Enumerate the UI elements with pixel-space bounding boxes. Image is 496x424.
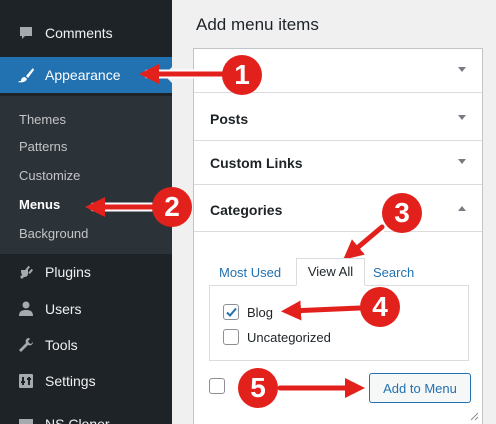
sidebar-item-users[interactable]: Users xyxy=(0,291,172,327)
category-label-blog: Blog xyxy=(247,305,274,320)
sidebar-item-ns-cloner[interactable]: NS Cloner xyxy=(0,406,172,424)
section-title: Posts xyxy=(210,111,249,127)
page-title: Add menu items xyxy=(196,15,319,34)
section-header-custom-links[interactable]: Custom Links xyxy=(194,141,482,185)
submenu-item-patterns[interactable]: Patterns xyxy=(19,139,67,154)
paintbrush-icon xyxy=(18,68,34,83)
resize-grip-icon[interactable] xyxy=(470,412,479,421)
section-title: Categories xyxy=(210,202,283,218)
sidebar-item-settings[interactable]: Settings xyxy=(0,363,172,399)
chevron-down-icon xyxy=(458,67,466,72)
sidebar-item-appearance[interactable]: Appearance xyxy=(0,57,172,93)
chevron-down-icon xyxy=(458,159,466,164)
checkmark-icon xyxy=(226,307,237,317)
submenu-item-background[interactable]: Background xyxy=(19,226,88,241)
categories-list: Blog Uncategorized xyxy=(209,285,469,361)
sidebar-item-label: Tools xyxy=(45,337,78,353)
sidebar-item-tools[interactable]: Tools xyxy=(0,327,172,363)
comments-icon xyxy=(20,27,32,39)
section-header-categories[interactable]: Categories xyxy=(194,188,482,232)
annotation-badge-1: 1 xyxy=(222,55,262,95)
users-icon xyxy=(19,301,33,316)
submenu-item-themes[interactable]: Themes xyxy=(19,112,66,127)
add-menu-items-panel: Posts Custom Links Categories Most Used … xyxy=(193,48,483,424)
section-header-posts[interactable]: Posts xyxy=(194,97,482,141)
category-checkbox-blog[interactable] xyxy=(223,304,239,320)
sidebar-item-label: Users xyxy=(45,301,82,317)
wrench-icon xyxy=(19,338,33,352)
admin-sidebar: Comments Appearance Themes Patterns Cust… xyxy=(0,0,172,424)
sidebar-item-comments[interactable]: Comments xyxy=(0,15,172,51)
active-indicator xyxy=(164,67,172,83)
tab-view-all[interactable]: View All xyxy=(296,258,365,286)
submenu-item-customize[interactable]: Customize xyxy=(19,168,80,183)
annotation-badge-2: 2 xyxy=(152,187,192,227)
annotation-badge-4: 4 xyxy=(360,287,400,327)
annotation-badge-5: 5 xyxy=(238,368,278,408)
chevron-down-icon xyxy=(458,115,466,120)
category-label-uncategorized: Uncategorized xyxy=(247,330,331,345)
category-checkbox-uncategorized[interactable] xyxy=(223,329,239,345)
annotation-badge-3: 3 xyxy=(382,193,422,233)
sidebar-item-label: Plugins xyxy=(45,264,91,280)
submenu-item-menus[interactable]: Menus xyxy=(19,197,60,212)
chevron-up-icon xyxy=(458,206,466,211)
add-to-menu-button[interactable]: Add to Menu xyxy=(369,373,471,403)
settings-icon xyxy=(19,374,33,388)
plugins-icon xyxy=(20,265,34,279)
tab-search[interactable]: Search xyxy=(373,265,414,280)
section-title: Custom Links xyxy=(210,155,303,171)
tab-most-used[interactable]: Most Used xyxy=(219,265,281,280)
sidebar-item-label: Settings xyxy=(45,373,96,389)
cloner-icon xyxy=(19,419,33,424)
sidebar-item-label: NS Cloner xyxy=(45,416,110,424)
sidebar-item-label: Appearance xyxy=(45,67,121,83)
appearance-submenu: Themes Patterns Customize Menus Backgrou… xyxy=(0,96,172,254)
select-all-checkbox[interactable] xyxy=(209,378,225,394)
sidebar-item-label: Comments xyxy=(45,25,113,41)
sidebar-item-plugins[interactable]: Plugins xyxy=(0,254,172,290)
